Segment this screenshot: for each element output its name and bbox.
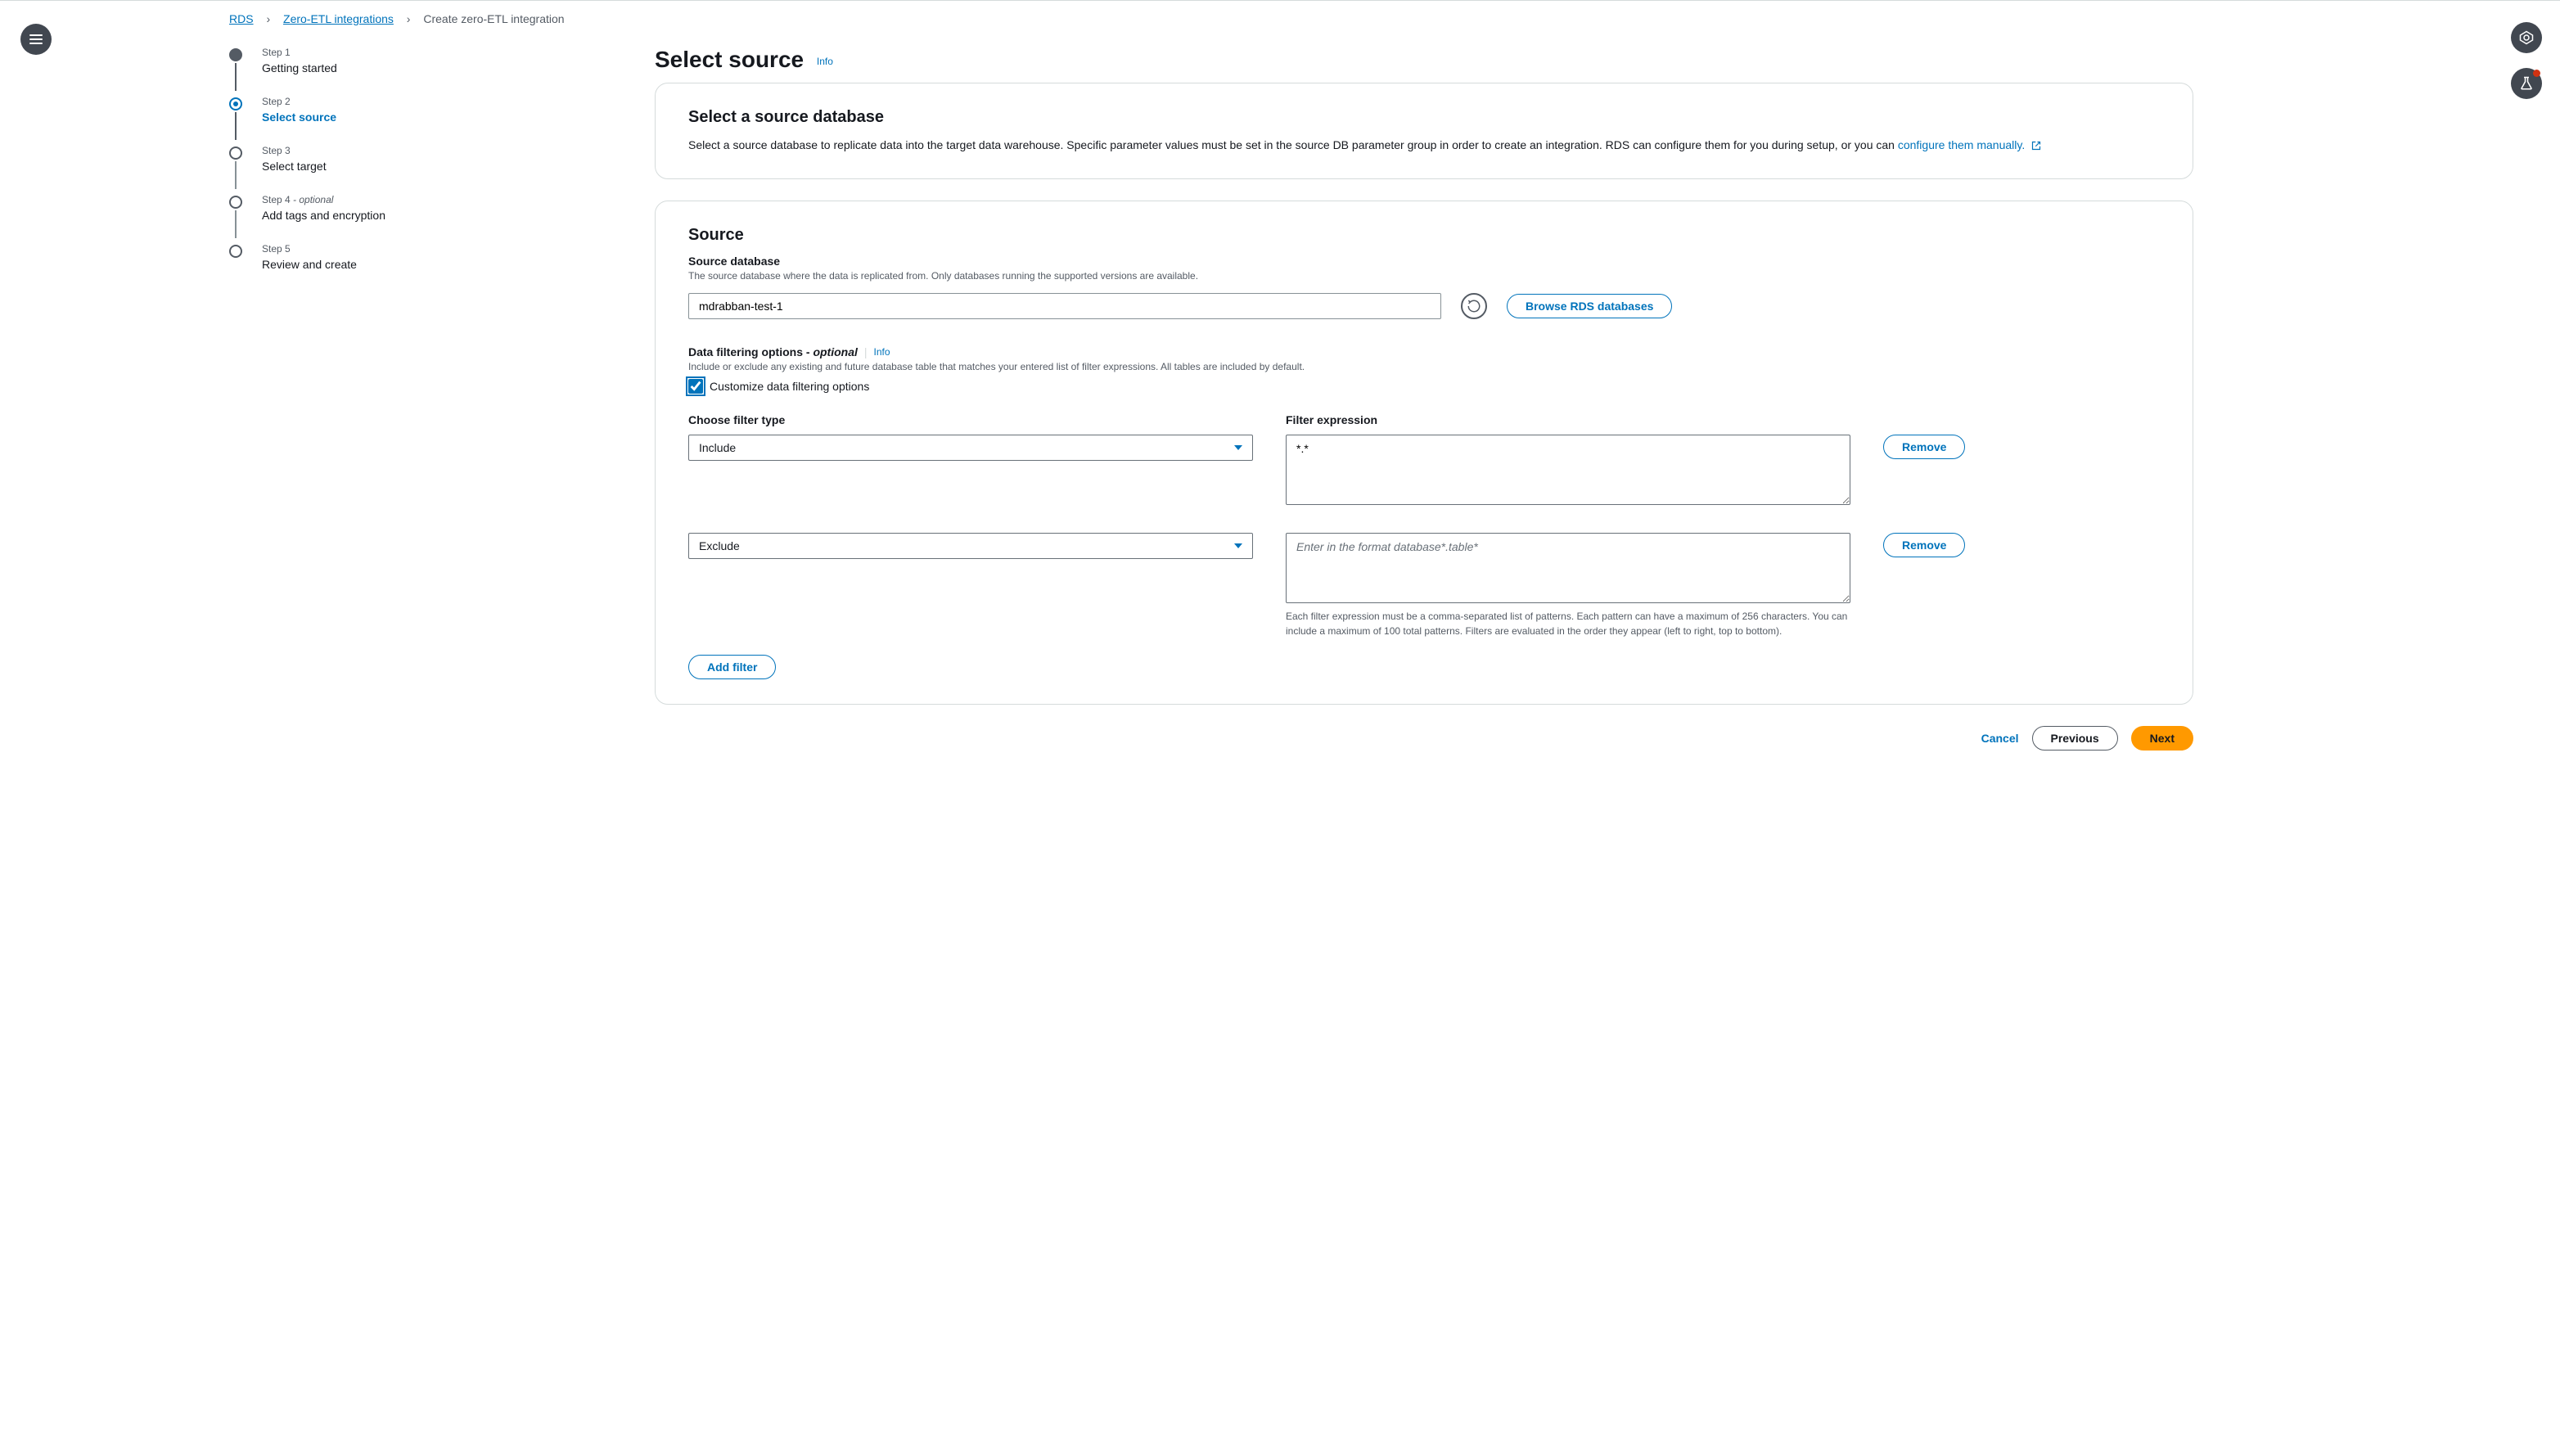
wizard-step-5[interactable]: Step 5 Review and create [229,243,638,271]
experiments-button[interactable] [2511,68,2542,99]
wizard-step-3[interactable]: Step 3 Select target [229,145,638,173]
source-db-input[interactable] [688,293,1441,319]
wizard-step-label: Step 5 [262,243,638,255]
filter-type-select[interactable]: Exclude [688,533,1253,559]
filter-expression-input[interactable] [1286,533,1850,603]
wizard-step-4[interactable]: Step 4 - optional Add tags and encryptio… [229,194,638,222]
cancel-button[interactable]: Cancel [1981,732,2019,745]
chevron-right-icon: › [407,12,411,25]
notification-dot [2533,70,2540,77]
next-button[interactable]: Next [2131,726,2193,751]
page-title: Select source Info [655,47,2193,73]
breadcrumb-link-rds[interactable]: RDS [229,12,254,25]
filter-type-heading: Choose filter type [688,413,1253,426]
refresh-button[interactable] [1461,293,1487,319]
filtering-title: Data filtering options - optional [688,345,858,358]
breadcrumb-current: Create zero-ETL integration [423,12,564,25]
remove-filter-button[interactable]: Remove [1883,533,1965,557]
breadcrumb-link-zeroetl[interactable]: Zero-ETL integrations [283,12,394,25]
source-db-label: Source database [688,255,2160,268]
wizard-nav: Step 1 Getting started Step 2 Select sou… [229,47,655,751]
chevron-right-icon: › [266,12,270,25]
filtering-info-link[interactable]: Info [874,346,890,358]
hamburger-icon [29,34,43,44]
browse-databases-button[interactable]: Browse RDS databases [1507,294,1672,318]
source-db-help: The source database where the data is re… [688,270,2160,282]
filter-expression-help: Each filter expression must be a comma-s… [1286,609,1850,638]
configure-manually-link[interactable]: configure them manually. [1898,138,2025,151]
source-card: Source Source database The source databa… [655,201,2193,705]
previous-button[interactable]: Previous [2032,726,2118,751]
wizard-step-label: Step 1 [262,47,638,58]
hamburger-menu-button[interactable] [20,24,52,55]
wizard-step-1[interactable]: Step 1 Getting started [229,47,638,74]
chevron-down-icon [1234,445,1242,450]
wizard-step-label: Step 4 - optional [262,194,638,205]
source-heading: Source [688,226,2160,245]
footer-actions: Cancel Previous Next [655,726,2193,751]
filter-row: Exclude Each filter expression must be a… [688,533,2160,638]
external-link-icon [2031,141,2041,151]
chevron-down-icon [1234,543,1242,548]
filter-expr-heading: Filter expression [1286,413,1850,426]
wizard-step-label: Step 2 [262,96,638,107]
refresh-icon [1467,299,1481,313]
filtering-help: Include or exclude any existing and futu… [688,361,2160,372]
wizard-step-2[interactable]: Step 2 Select source [229,96,638,124]
wizard-step-name: Review and create [262,258,638,271]
intro-heading: Select a source database [688,108,2160,127]
breadcrumb: RDS › Zero-ETL integrations › Create zer… [0,1,2560,25]
recents-button[interactable] [2511,22,2542,53]
customize-filtering-checkbox[interactable] [688,379,703,394]
add-filter-button[interactable]: Add filter [688,655,776,679]
remove-filter-button[interactable]: Remove [1883,435,1965,459]
intro-card: Select a source database Select a source… [655,83,2193,179]
wizard-step-name: Add tags and encryption [262,209,638,222]
filter-row: Include *.* Remove [688,435,2160,505]
clock-icon [2519,30,2534,45]
wizard-step-name: Select source [262,110,638,124]
intro-description: Select a source database to replicate da… [688,137,2160,154]
info-link[interactable]: Info [817,56,833,67]
wizard-step-name: Getting started [262,61,638,74]
customize-filtering-label: Customize data filtering options [710,380,869,393]
filter-expression-input[interactable]: *.* [1286,435,1850,505]
flask-icon [2519,76,2534,91]
wizard-step-name: Select target [262,160,638,173]
wizard-step-label: Step 3 [262,145,638,156]
filter-type-select[interactable]: Include [688,435,1253,461]
